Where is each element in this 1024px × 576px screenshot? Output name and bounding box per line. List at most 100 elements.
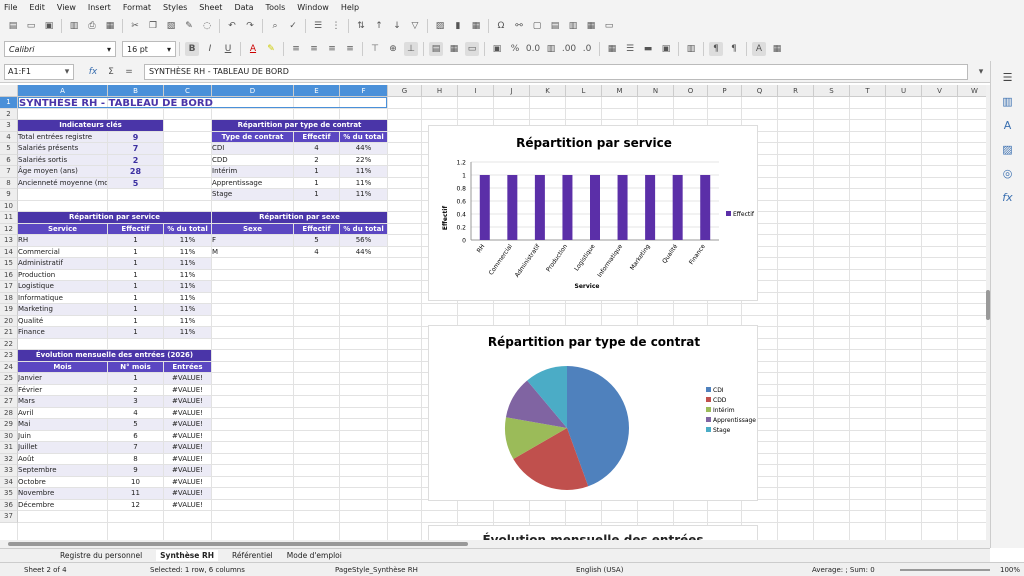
row-header[interactable]: 34 (0, 476, 18, 488)
evolution-cell[interactable]: 4 (108, 408, 163, 419)
row-header[interactable]: 8 (0, 177, 18, 189)
properties-icon[interactable]: ▥ (1000, 93, 1016, 109)
service-col-header[interactable]: Effectif (108, 223, 163, 234)
column-header[interactable]: M (602, 85, 638, 97)
clone-icon[interactable]: ✎ (182, 19, 196, 33)
row-header[interactable]: 9 (0, 189, 18, 201)
column-header[interactable]: W (958, 85, 986, 97)
row-header[interactable]: 36 (0, 499, 18, 511)
percent-icon[interactable]: % (508, 42, 522, 56)
column-header[interactable]: G (388, 85, 422, 97)
comment-icon[interactable]: ▢ (530, 19, 544, 33)
evolution-cell[interactable]: Mai (18, 419, 107, 430)
row-header[interactable]: 26 (0, 384, 18, 396)
row-header[interactable]: 6 (0, 154, 18, 166)
evolution-cell[interactable]: #VALUE! (164, 373, 211, 384)
row-header[interactable]: 35 (0, 488, 18, 500)
row-header[interactable]: 14 (0, 246, 18, 258)
open-icon[interactable]: ▭ (24, 19, 38, 33)
evolution-cell[interactable]: Décembre (18, 500, 107, 511)
evolution-cell[interactable]: #VALUE! (164, 396, 211, 407)
evolution-chart[interactable]: Évolution mensuelle des entrées (428, 525, 758, 540)
row-header[interactable]: 4 (0, 131, 18, 143)
contrat-cell[interactable]: 1 (294, 178, 339, 189)
contrat-col-header[interactable]: Effectif (294, 131, 339, 142)
menu-item-styles[interactable]: Styles (163, 3, 187, 12)
column-header[interactable]: U (886, 85, 922, 97)
sexe-cell[interactable]: F (212, 235, 293, 246)
menu-item-view[interactable]: View (57, 3, 76, 12)
clear-icon[interactable]: ◌ (200, 19, 214, 33)
chevron-down-icon[interactable]: ▾ (60, 65, 74, 79)
font-color-icon[interactable]: A (246, 42, 260, 56)
bar-chart[interactable]: Répartition par service 0 0.2 0.4 0.6 0.8 1 1.2… (428, 125, 758, 301)
contrat-cell[interactable]: CDI (212, 143, 293, 154)
contrat-cell[interactable]: 1 (294, 189, 339, 200)
evolution-cell[interactable]: #VALUE! (164, 442, 211, 453)
evolution-cell[interactable]: #VALUE! (164, 477, 211, 488)
row-icon[interactable]: ☰ (311, 19, 325, 33)
sexe-col-header[interactable]: Sexe (212, 223, 293, 234)
contrat-header[interactable]: Répartition par type de contrat (212, 120, 387, 131)
sexe-cell[interactable]: M (212, 247, 293, 258)
row-header[interactable]: 11 (0, 212, 18, 224)
row-header[interactable]: 29 (0, 419, 18, 431)
vertical-scroll-thumb[interactable] (986, 290, 990, 320)
service-cell[interactable]: Informatique (18, 293, 107, 304)
evolution-cell[interactable]: 1 (108, 373, 163, 384)
service-cell[interactable]: Administratif (18, 258, 107, 269)
evolution-cell[interactable]: #VALUE! (164, 419, 211, 430)
header-footer-icon[interactable]: ▤ (548, 19, 562, 33)
column-header[interactable]: H (422, 85, 458, 97)
contrat-cell[interactable]: 22% (340, 155, 387, 166)
evolution-cell[interactable]: #VALUE! (164, 465, 211, 476)
sheet-tab[interactable]: Registre du personnel (60, 551, 142, 560)
background-color-icon[interactable]: ▣ (659, 42, 673, 56)
highlight-icon[interactable]: ✎ (264, 42, 278, 56)
row-header[interactable]: 18 (0, 292, 18, 304)
contrat-cell[interactable]: Stage (212, 189, 293, 200)
column-header[interactable]: L (566, 85, 602, 97)
row-header[interactable]: 31 (0, 442, 18, 454)
service-cell[interactable]: 1 (108, 270, 163, 281)
align-right-icon[interactable]: ≡ (325, 42, 339, 56)
font-name-box[interactable]: Calibri ▾ (4, 41, 116, 57)
align-bottom-icon[interactable]: ⊥ (404, 42, 418, 56)
redo-icon[interactable]: ↷ (243, 19, 257, 33)
service-cell[interactable]: Production (18, 270, 107, 281)
contrat-cell[interactable]: 11% (340, 178, 387, 189)
sort-icon[interactable]: ⇅ (354, 19, 368, 33)
service-cell[interactable]: 1 (108, 316, 163, 327)
styles-icon[interactable]: A (1000, 117, 1016, 133)
hyperlink-icon[interactable]: ⚯ (512, 19, 526, 33)
add-decimal-icon[interactable]: .00 (562, 42, 576, 56)
print-icon[interactable]: ⎙ (85, 19, 99, 33)
column-header[interactable]: E (294, 85, 340, 97)
column-header[interactable]: A (18, 85, 108, 97)
menu-icon[interactable]: ☰ (1000, 69, 1016, 85)
row-header[interactable]: 21 (0, 327, 18, 339)
sexe-cell[interactable]: 5 (294, 235, 339, 246)
column-header[interactable]: K (530, 85, 566, 97)
service-cell[interactable]: Finance (18, 327, 107, 338)
column-header[interactable]: O (674, 85, 708, 97)
row-header[interactable]: 10 (0, 200, 18, 212)
evolution-cell[interactable]: Avril (18, 408, 107, 419)
service-cell[interactable]: 11% (164, 270, 211, 281)
sheet-tab[interactable]: Synthèse RH (156, 550, 219, 561)
contrat-cell[interactable]: Intérim (212, 166, 293, 177)
kpi-value[interactable]: 5 (108, 177, 163, 188)
evolution-cell[interactable]: Juillet (18, 442, 107, 453)
copy-icon[interactable]: ❐ (146, 19, 160, 33)
chart-icon[interactable]: ▮ (451, 19, 465, 33)
service-cell[interactable]: 11% (164, 304, 211, 315)
column-icon[interactable]: ⋮ (329, 19, 343, 33)
evolution-cell[interactable]: 9 (108, 465, 163, 476)
contrat-col-header[interactable]: % du total (340, 131, 387, 142)
evolution-cell[interactable]: #VALUE! (164, 431, 211, 442)
evolution-cell[interactable]: Mars (18, 396, 107, 407)
contrat-cell[interactable]: 44% (340, 143, 387, 154)
split-icon[interactable]: ▭ (602, 19, 616, 33)
evolution-cell[interactable]: Novembre (18, 488, 107, 499)
border-style-icon[interactable]: ☰ (623, 42, 637, 56)
